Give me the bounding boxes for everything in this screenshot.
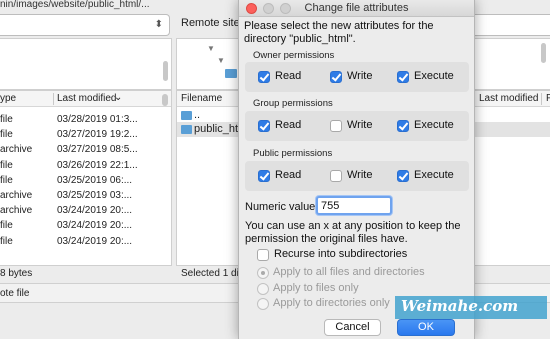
radio-button[interactable] (257, 267, 269, 279)
table-row[interactable]: file 03/26/2019 22:1... (0, 159, 165, 174)
file-last-modified: 03/24/2019 20:... (57, 235, 133, 247)
file-name: .. (194, 109, 201, 121)
cancel-button[interactable]: Cancel (324, 319, 381, 336)
folder-icon (225, 69, 237, 78)
sort-chevron-down-icon[interactable]: ⌄ (114, 92, 122, 103)
radio-button[interactable] (257, 283, 269, 295)
column-header-last-modified[interactable]: Last modified (57, 93, 116, 104)
list-header: ype Last modified ⌄ (0, 91, 171, 107)
public-permissions-label: Public permissions (253, 148, 333, 159)
checkbox[interactable] (397, 170, 409, 182)
column-separator[interactable] (53, 93, 54, 105)
disclosure-triangle-icon[interactable]: ▼ (207, 44, 215, 53)
file-type: archive (0, 205, 33, 217)
file-type: archive (0, 144, 33, 156)
table-row[interactable]: archive 03/24/2019 20:... (0, 204, 165, 219)
column-header-permissions[interactable]: P (546, 93, 550, 104)
dialog-intro: Please select the new attributes for the… (244, 20, 434, 45)
file-last-modified: 03/28/2019 01:3... (57, 114, 138, 125)
checkbox[interactable] (330, 120, 342, 132)
owner-permissions-group: Read Write Execute (245, 62, 469, 92)
column-header-last-modified[interactable]: Last modified (479, 93, 538, 104)
file-last-modified: 03/27/2019 08:5... (57, 144, 138, 156)
table-row[interactable]: archive 03/25/2019 03:... (0, 189, 165, 204)
table-row[interactable]: file 03/24/2019 20:... (0, 219, 165, 234)
numeric-value-input[interactable] (316, 196, 392, 215)
file-last-modified: 03/26/2019 22:1... (57, 159, 138, 171)
checkbox[interactable] (258, 170, 270, 182)
checkbox[interactable] (330, 71, 342, 83)
file-last-modified: 03/25/2019 06:... (57, 174, 133, 186)
local-status-text: 8 bytes (0, 268, 33, 279)
queue-column-label: ote file (0, 288, 30, 299)
local-path-label: nin/images/website/public_html/... (0, 0, 150, 10)
file-type: file (0, 235, 13, 247)
file-type: file (0, 159, 13, 171)
file-type: file (0, 220, 13, 232)
table-row[interactable]: archive 03/27/2019 08:5... (0, 143, 165, 158)
file-type: file (0, 114, 13, 125)
file-last-modified: 03/25/2019 03:... (57, 190, 133, 201)
dialog-titlebar: Change file attributes (239, 0, 474, 17)
scrollbar[interactable] (541, 43, 546, 63)
checkbox[interactable] (397, 120, 409, 132)
column-separator[interactable] (541, 93, 542, 105)
ok-button[interactable]: OK (397, 319, 455, 336)
owner-permissions-label: Owner permissions (253, 50, 335, 61)
numeric-value-label: Numeric value: (245, 201, 319, 213)
checkbox[interactable] (330, 170, 342, 182)
table-row[interactable]: file 03/28/2019 01:3... (0, 113, 165, 128)
group-permissions-group: Read Write Execute (245, 111, 469, 141)
radio-button[interactable] (257, 298, 269, 310)
folder-icon (181, 111, 192, 120)
scrollbar[interactable] (163, 61, 168, 81)
chevron-updown-icon[interactable]: ⬍ (155, 18, 163, 32)
public-permissions-group: Read Write Execute (245, 161, 469, 191)
file-type: file (0, 129, 13, 141)
file-last-modified: 03/27/2019 19:2... (57, 129, 138, 141)
column-header-type[interactable]: ype (0, 93, 16, 104)
checkbox[interactable] (258, 120, 270, 132)
checkbox[interactable] (397, 71, 409, 83)
checkbox[interactable] (258, 71, 270, 83)
local-directory-tree[interactable] (0, 38, 172, 90)
file-last-modified: 03/24/2019 20:... (57, 205, 133, 217)
table-row[interactable]: file 03/27/2019 19:2... (0, 128, 165, 143)
file-type: file (0, 174, 13, 186)
file-last-modified: 03/24/2019 20:... (57, 220, 133, 232)
local-path-input[interactable]: ⬍ (0, 14, 170, 36)
table-row[interactable]: file 03/24/2019 20:... (0, 235, 165, 250)
help-text: You can use an x at any position to keep… (245, 220, 461, 245)
watermark-text: Weimahe.com (401, 297, 519, 315)
change-file-attributes-dialog: Change file attributes Please select the… (238, 0, 475, 339)
disclosure-triangle-icon[interactable]: ▼ (217, 56, 225, 65)
group-permissions-label: Group permissions (253, 98, 333, 109)
watermark: Weimahe.com (395, 296, 547, 319)
checkbox[interactable] (257, 249, 269, 261)
file-type: archive (0, 190, 33, 201)
dialog-title: Change file attributes (304, 2, 409, 14)
column-header-filename[interactable]: Filename (181, 93, 222, 104)
folder-icon (181, 125, 192, 134)
scrollbar[interactable] (162, 94, 168, 106)
remote-site-label: Remote site: (181, 17, 243, 29)
table-row[interactable]: file 03/25/2019 06:... (0, 174, 165, 189)
local-file-list[interactable]: ype Last modified ⌄ file 03/28/2019 01:3.… (0, 90, 172, 266)
